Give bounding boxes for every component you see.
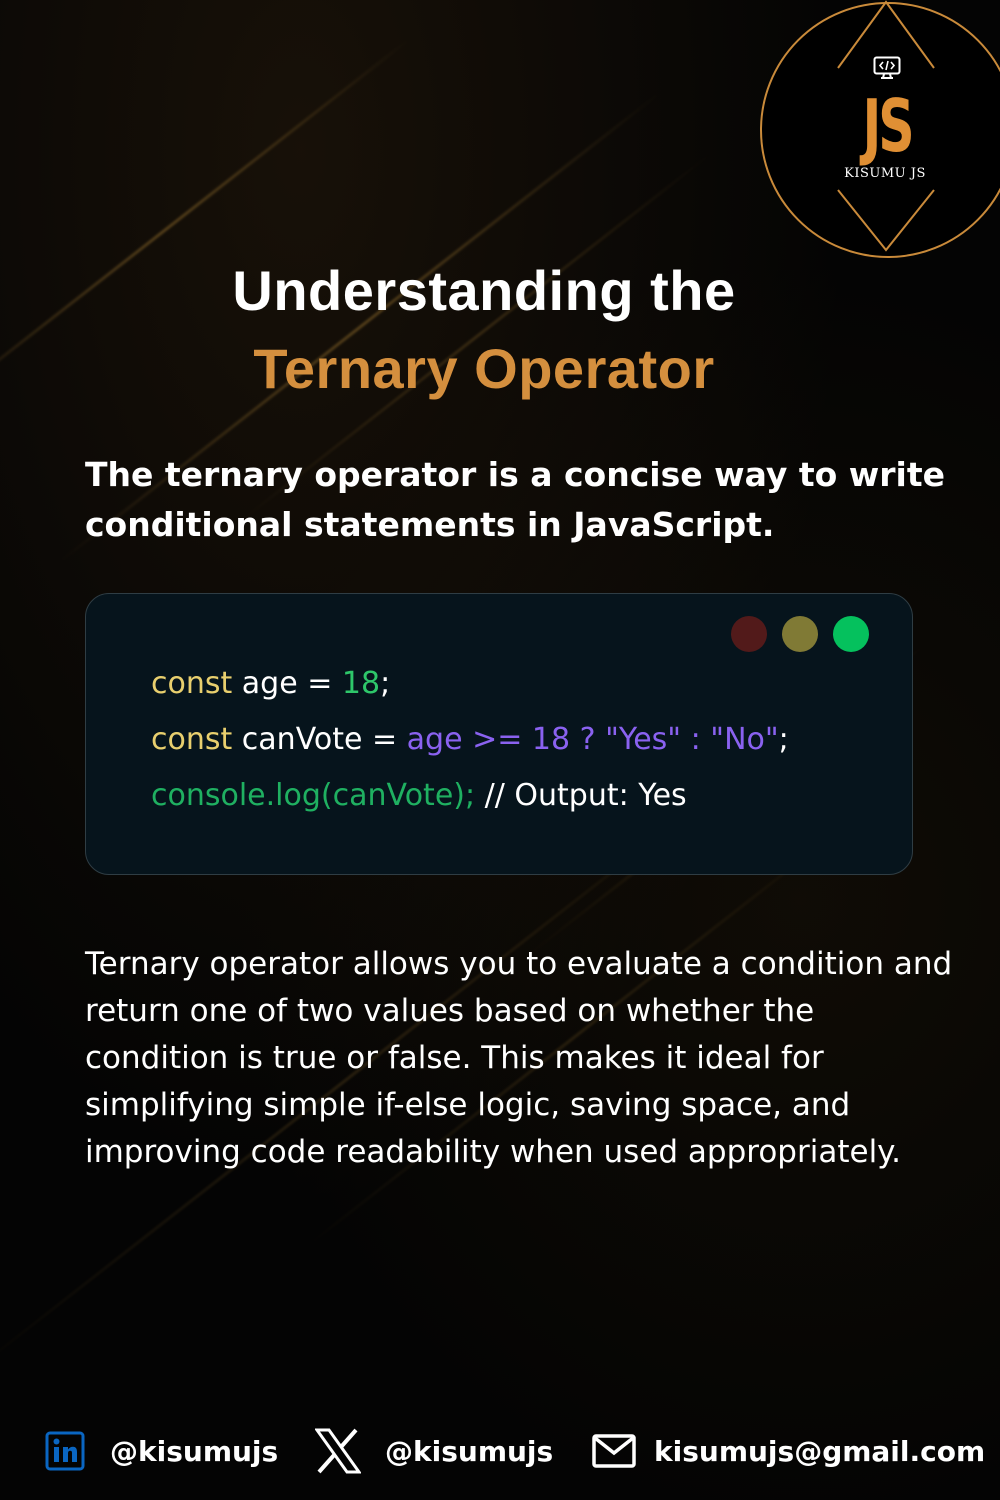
body-text: Ternary operator allows you to evaluate … (85, 946, 953, 1170)
code-window: const age = 18; const canVote = age >= 1… (85, 593, 913, 875)
code-text: ; (380, 666, 391, 701)
footer-x[interactable]: @kisumujs (315, 1428, 553, 1474)
footer-email[interactable]: kisumujs@gmail.com (592, 1428, 985, 1474)
code-line-3: console.log(canVote); // Output: Yes (151, 778, 687, 813)
page-title-line1: Understanding the (232, 259, 736, 322)
code-text: ; (778, 722, 789, 757)
linkedin-icon (45, 1431, 85, 1471)
logo-diamond-frame (837, 0, 935, 252)
code-keyword: const (151, 666, 233, 701)
logo-mark: JS (862, 84, 915, 168)
x-handle[interactable]: @kisumujs (385, 1435, 553, 1468)
mail-icon (592, 1434, 636, 1468)
page-title-line2: Ternary Operator (253, 337, 715, 400)
code-text: age = (232, 666, 342, 701)
window-dot-yellow (782, 616, 818, 652)
code-keyword: const (151, 722, 233, 757)
code-line-1: const age = 18; (151, 666, 390, 701)
code-comment: // Output: Yes (475, 778, 687, 813)
monitor-code-icon (873, 56, 901, 79)
code-call: console.log(canVote); (151, 778, 476, 813)
code-text: canVote = (232, 722, 407, 757)
email-address[interactable]: kisumujs@gmail.com (654, 1435, 985, 1468)
logo-name: KISUMU JS (844, 166, 926, 181)
window-dot-green (833, 616, 869, 652)
window-dot-red (731, 616, 767, 652)
code-line-2: const canVote = age >= 18 ? "Yes" : "No"… (151, 722, 789, 757)
code-expression: age >= 18 ? "Yes" : "No" (406, 722, 779, 757)
intro-text: The ternary operator is a concise way to… (85, 455, 945, 544)
code-number: 18 (341, 666, 381, 701)
x-icon (315, 1428, 361, 1474)
footer-linkedin[interactable]: @kisumujs (45, 1428, 278, 1474)
linkedin-handle[interactable]: @kisumujs (110, 1435, 278, 1468)
